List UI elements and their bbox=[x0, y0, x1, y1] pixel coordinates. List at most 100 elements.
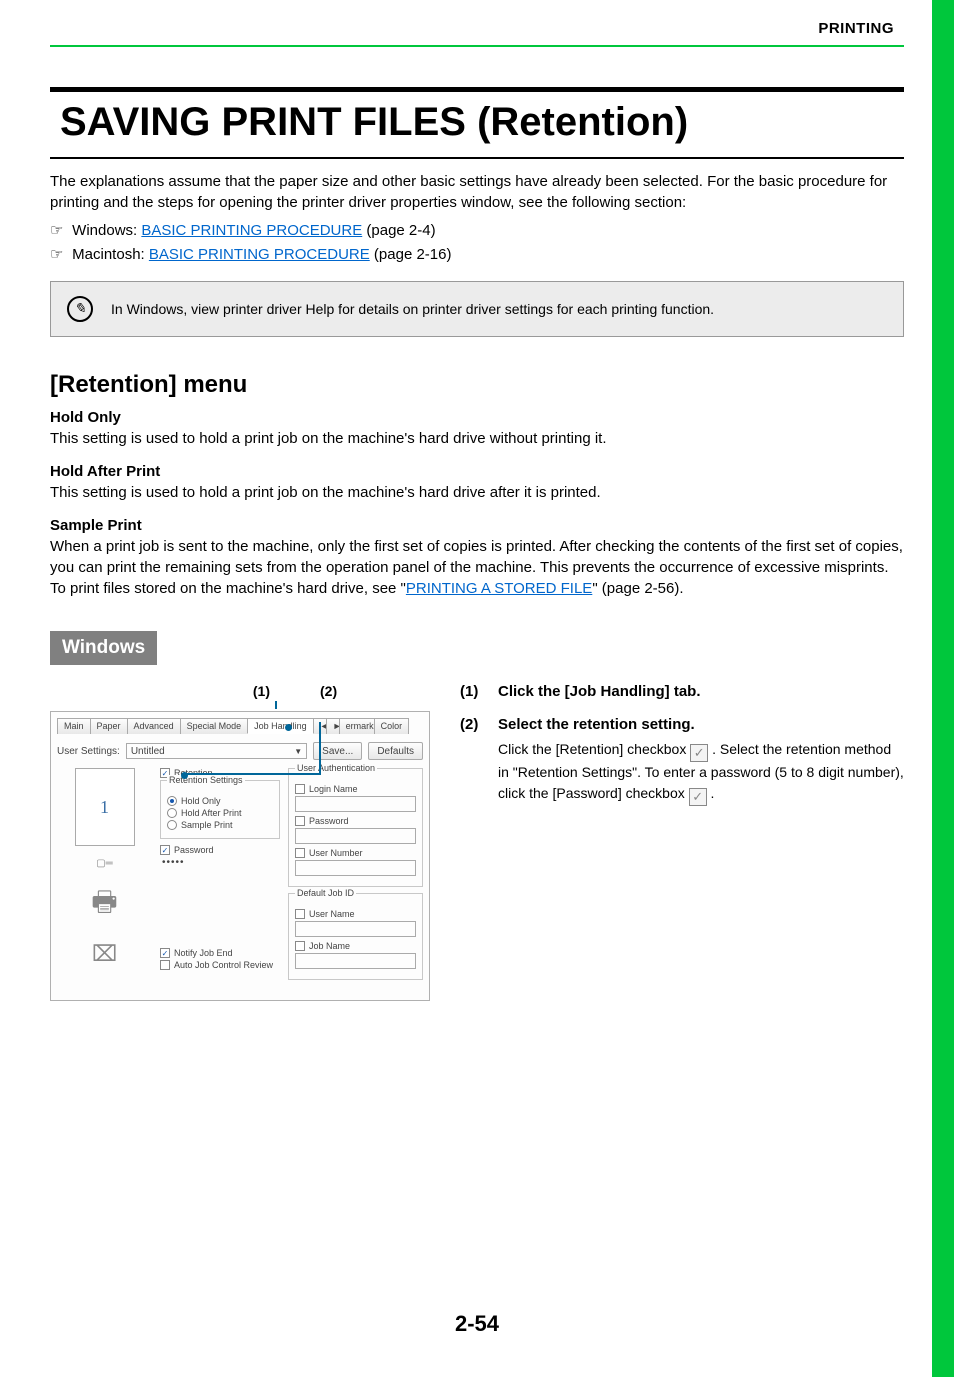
text-pre: To print files stored on the machine's h… bbox=[50, 580, 406, 597]
page-number: 2-54 bbox=[50, 1311, 904, 1337]
step-number: (2) bbox=[460, 716, 488, 806]
green-rule bbox=[50, 45, 904, 47]
step-number: (1) bbox=[460, 683, 488, 706]
job-name-checkbox[interactable] bbox=[295, 941, 305, 951]
page-title: SAVING PRINT FILES (Retention) bbox=[50, 92, 904, 155]
note-icon: ✎ bbox=[67, 296, 93, 322]
ref-prefix: Macintosh: bbox=[72, 246, 149, 263]
driver-screenshot: Main Paper Advanced Special Mode Job Han… bbox=[50, 711, 430, 1001]
sample-print-label: Sample Print bbox=[181, 820, 233, 830]
ref-line-windows: ☞ Windows: BASIC PRINTING PROCEDURE (pag… bbox=[50, 219, 904, 243]
job-name-label: Job Name bbox=[309, 941, 350, 951]
hold-after-radio[interactable] bbox=[167, 808, 177, 818]
user-settings-label: User Settings: bbox=[57, 746, 120, 757]
note-text: In Windows, view printer driver Help for… bbox=[111, 301, 714, 317]
intro-paragraph: The explanations assume that the paper s… bbox=[50, 171, 904, 213]
tab-special-mode[interactable]: Special Mode bbox=[180, 718, 249, 734]
text-suf: " (page 2-56). bbox=[592, 580, 683, 597]
sub-hold-only: Hold Only This setting is used to hold a… bbox=[50, 409, 904, 449]
user-settings-value: Untitled bbox=[131, 746, 165, 757]
auto-review-label: Auto Job Control Review bbox=[174, 960, 273, 970]
callout-line bbox=[319, 722, 321, 774]
user-auth-group: User Authentication Login Name Password … bbox=[288, 768, 423, 887]
step-title: Select the retention setting. bbox=[498, 716, 904, 733]
password-label: Password bbox=[174, 845, 214, 855]
sub-hold-after: Hold After Print This setting is used to… bbox=[50, 463, 904, 503]
ref-link[interactable]: BASIC PRINTING PROCEDURE bbox=[141, 222, 362, 239]
default-jobid-group: Default Job ID User Name Job Name bbox=[288, 893, 423, 980]
ref-link[interactable]: BASIC PRINTING PROCEDURE bbox=[149, 246, 370, 263]
tab-paper[interactable]: Paper bbox=[90, 718, 128, 734]
hold-after-label: Hold After Print bbox=[181, 808, 242, 818]
callout-1: (1) bbox=[253, 683, 270, 699]
preview-pane: 1 ▢═ 🖶 ⌧ bbox=[57, 768, 152, 986]
step-text-c: . bbox=[707, 785, 715, 801]
ref-line-macintosh: ☞ Macintosh: BASIC PRINTING PROCEDURE (p… bbox=[50, 243, 904, 267]
retention-settings-group: Retention Settings Hold Only Hold After … bbox=[160, 780, 280, 839]
pointer-icon: ☞ bbox=[50, 243, 68, 267]
tab-nav-right[interactable]: ► bbox=[326, 718, 340, 734]
user-settings-dropdown[interactable]: Untitled ▼ bbox=[126, 743, 307, 759]
sub-sample-print: Sample Print When a print job is sent to… bbox=[50, 517, 904, 599]
login-name-checkbox[interactable] bbox=[295, 784, 305, 794]
title-rule-bottom bbox=[50, 157, 904, 159]
auto-review-checkbox[interactable] bbox=[160, 960, 170, 970]
hold-only-radio[interactable] bbox=[167, 796, 177, 806]
callout-line bbox=[185, 773, 321, 775]
sub-body: This setting is used to hold a print job… bbox=[50, 482, 904, 503]
tab-strip: Main Paper Advanced Special Mode Job Han… bbox=[57, 718, 423, 734]
callout-connector bbox=[50, 701, 430, 709]
user-number-input[interactable] bbox=[295, 860, 416, 876]
user-number-label: User Number bbox=[309, 848, 363, 858]
sample-print-radio[interactable] bbox=[167, 820, 177, 830]
sub-title: Sample Print bbox=[50, 517, 904, 534]
user-name-label: User Name bbox=[309, 909, 355, 919]
device-icon: ⌧ bbox=[92, 941, 117, 967]
tab-color[interactable]: Color bbox=[374, 718, 410, 734]
step-2: (2) Select the retention setting. Click … bbox=[460, 716, 904, 806]
sub-body-link-line: To print files stored on the machine's h… bbox=[50, 578, 904, 599]
login-name-input[interactable] bbox=[295, 796, 416, 812]
password-value: ••••• bbox=[160, 857, 280, 868]
password-checkbox[interactable]: ✓ bbox=[160, 845, 170, 855]
ua-password-input[interactable] bbox=[295, 828, 416, 844]
tab-watermarks[interactable]: ermarks bbox=[339, 718, 375, 734]
printer-icon: 🖶 bbox=[91, 881, 117, 929]
ref-prefix: Windows: bbox=[72, 222, 141, 239]
default-jobid-legend: Default Job ID bbox=[295, 888, 356, 898]
user-number-checkbox[interactable] bbox=[295, 848, 305, 858]
login-name-label: Login Name bbox=[309, 784, 358, 794]
sub-title: Hold Only bbox=[50, 409, 904, 426]
check-icon: ✓ bbox=[689, 788, 707, 806]
sub-body: This setting is used to hold a print job… bbox=[50, 428, 904, 449]
job-name-input[interactable] bbox=[295, 953, 416, 969]
sub-title: Hold After Print bbox=[50, 463, 904, 480]
retention-menu-heading: [Retention] menu bbox=[50, 371, 904, 399]
ua-password-checkbox[interactable] bbox=[295, 816, 305, 826]
user-auth-legend: User Authentication bbox=[295, 763, 377, 773]
callout-dot bbox=[285, 724, 292, 731]
notify-checkbox[interactable]: ✓ bbox=[160, 948, 170, 958]
user-name-input[interactable] bbox=[295, 921, 416, 937]
callout-dot bbox=[181, 772, 188, 779]
defaults-button[interactable]: Defaults bbox=[368, 742, 423, 760]
stored-file-link[interactable]: PRINTING A STORED FILE bbox=[406, 580, 592, 597]
tab-job-handling[interactable]: Job Handling bbox=[247, 718, 314, 734]
page-preview: 1 bbox=[75, 768, 135, 846]
ref-suffix: (page 2-16) bbox=[370, 246, 452, 263]
retention-legend: Retention Settings bbox=[167, 775, 245, 785]
ua-password-label: Password bbox=[309, 816, 349, 826]
note-box: ✎ In Windows, view printer driver Help f… bbox=[50, 281, 904, 337]
step-1: (1) Click the [Job Handling] tab. bbox=[460, 683, 904, 706]
step-text: Click the [Retention] checkbox ✓ . Selec… bbox=[498, 739, 904, 806]
tab-main[interactable]: Main bbox=[57, 718, 91, 734]
chevron-down-icon: ▼ bbox=[294, 747, 302, 756]
preview-number: 1 bbox=[100, 797, 109, 818]
callout-2: (2) bbox=[320, 683, 337, 699]
binding-icon: ▢═ bbox=[96, 858, 113, 869]
step-text-a: Click the [Retention] checkbox bbox=[498, 741, 690, 757]
tab-advanced[interactable]: Advanced bbox=[127, 718, 181, 734]
step-title: Click the [Job Handling] tab. bbox=[498, 683, 904, 700]
ref-suffix: (page 2-4) bbox=[362, 222, 435, 239]
user-name-checkbox[interactable] bbox=[295, 909, 305, 919]
